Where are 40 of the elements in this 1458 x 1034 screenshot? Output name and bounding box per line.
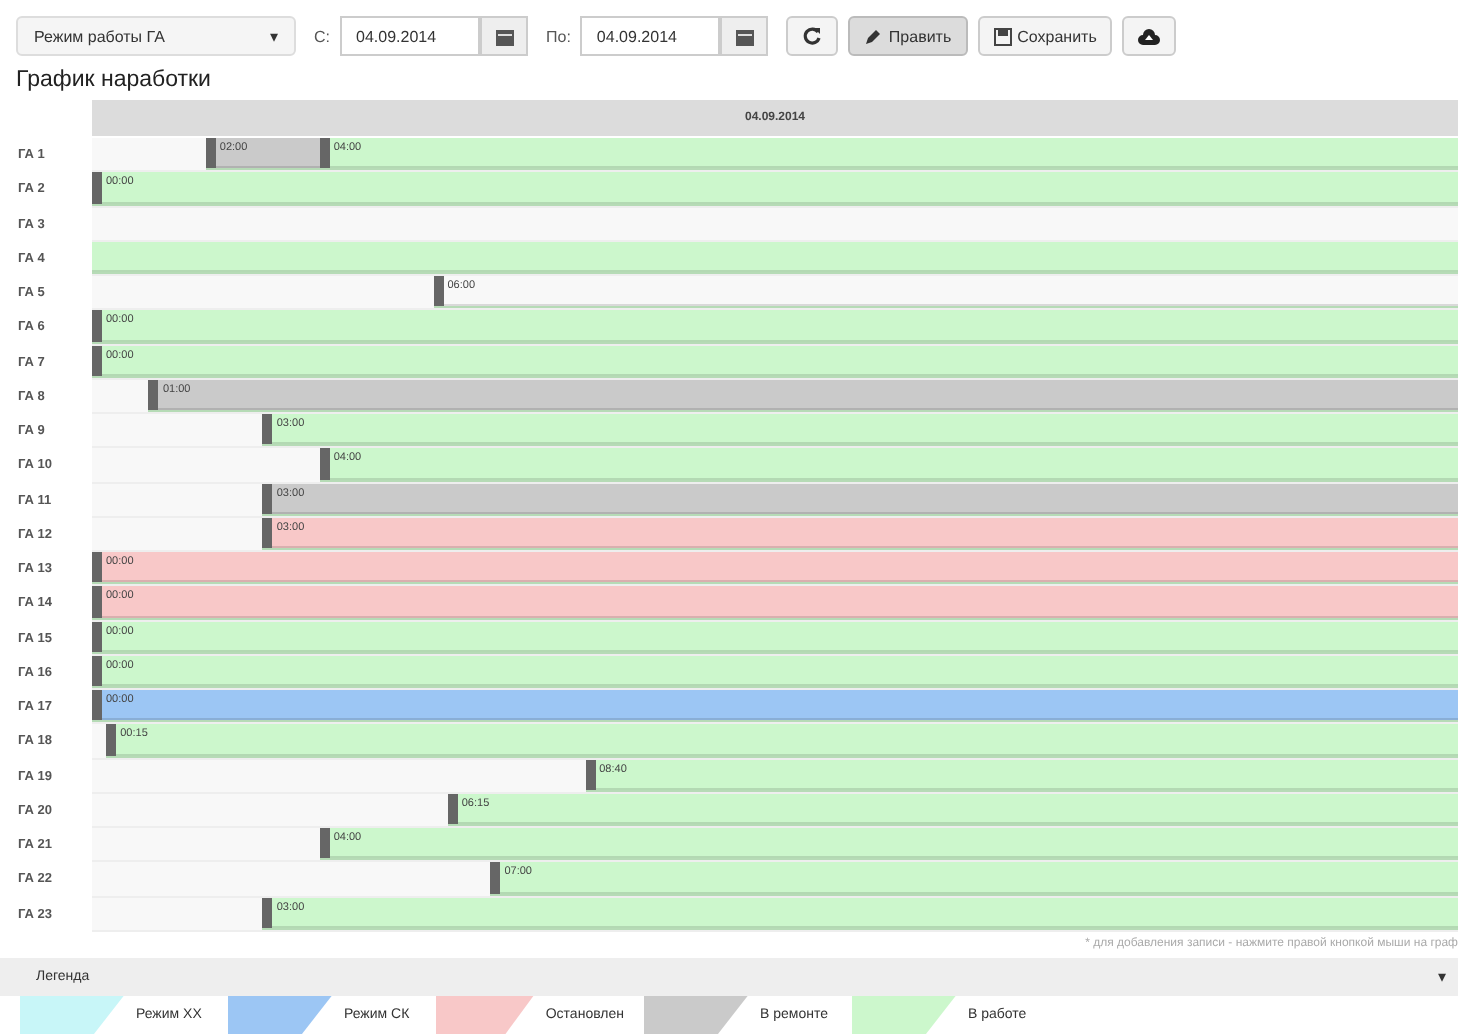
start-marker[interactable] (490, 862, 501, 893)
start-marker[interactable] (319, 138, 330, 169)
edit-button[interactable]: Править (848, 16, 968, 56)
start-marker[interactable] (433, 276, 444, 307)
start-marker[interactable] (92, 552, 102, 583)
cloud-upload-button[interactable] (1122, 16, 1177, 56)
start-marker[interactable] (92, 655, 102, 686)
mode-value: Режим работы ГА (34, 27, 165, 45)
start-marker[interactable] (148, 379, 159, 410)
start-marker[interactable] (447, 793, 458, 824)
to-label: По: (546, 27, 571, 45)
from-label: С: (314, 27, 330, 45)
start-marker[interactable] (319, 448, 330, 479)
start-marker[interactable] (262, 483, 273, 514)
start-marker[interactable] (92, 690, 102, 721)
refresh-button[interactable] (786, 16, 839, 56)
calendar-button[interactable] (720, 16, 769, 56)
start-marker[interactable] (319, 828, 330, 859)
start-marker[interactable] (92, 621, 102, 652)
to-date-field[interactable]: 04.09.2014 (580, 16, 721, 56)
start-marker[interactable] (262, 897, 273, 928)
refresh-icon (802, 26, 823, 46)
start-marker[interactable] (92, 310, 102, 341)
start-marker[interactable] (262, 517, 273, 548)
start-marker[interactable] (262, 414, 273, 445)
calendar-icon (495, 27, 513, 45)
from-date-field[interactable]: 04.09.2014 (340, 16, 480, 56)
start-marker[interactable] (92, 345, 102, 376)
start-marker[interactable] (92, 586, 102, 617)
start-marker[interactable] (205, 138, 216, 169)
pencil-icon (864, 27, 883, 45)
start-marker[interactable] (585, 759, 596, 790)
calendar-icon (735, 27, 754, 45)
calendar-button[interactable] (480, 16, 528, 56)
save-button[interactable]: Сохранить (977, 16, 1113, 56)
cloud-upload-icon (1138, 27, 1161, 45)
mode-select[interactable]: Режим работы ГА ▾ (16, 16, 296, 56)
start-marker[interactable] (92, 172, 102, 203)
start-marker[interactable] (106, 724, 117, 755)
page-title: График наработки (14, 66, 213, 96)
